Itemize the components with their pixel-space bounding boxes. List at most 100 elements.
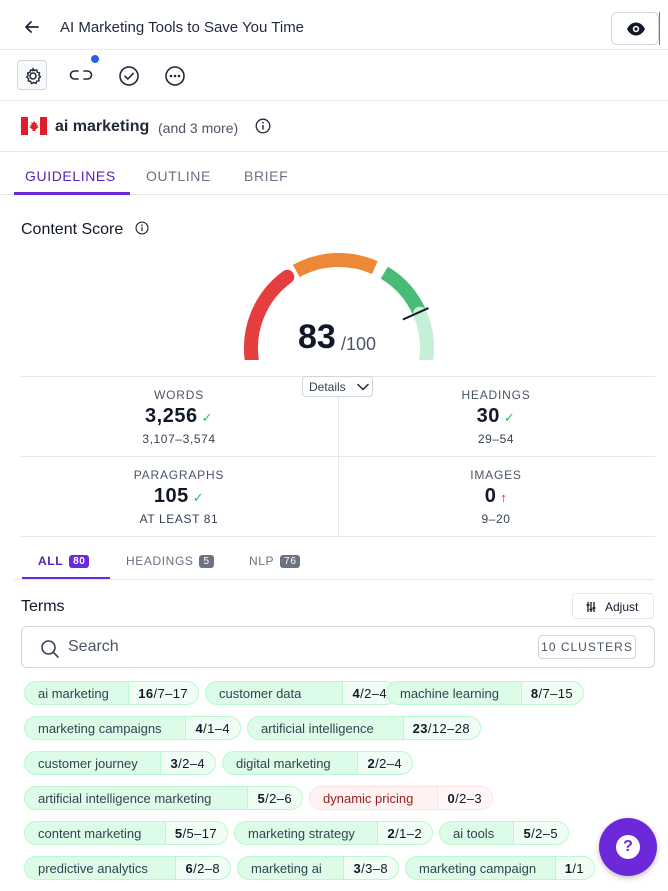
term-chip[interactable]: content marketing 5/5–17 [24, 821, 228, 845]
more-options-button[interactable] [159, 60, 189, 90]
canada-flag-icon [21, 117, 47, 135]
toolbar [0, 50, 668, 101]
subtab-headings-label: HEADINGS [126, 554, 194, 568]
images-metric: IMAGES 0 ↑ 9–20 [396, 468, 596, 526]
term-chip[interactable]: customer journey 3/2–4 [24, 751, 216, 775]
term-range: /7–15 [538, 686, 573, 701]
term-name: predictive analytics [38, 861, 148, 876]
divider [338, 397, 339, 536]
chevron-down-icon [357, 383, 369, 391]
gauge-segment-high [380, 266, 426, 316]
term-chip[interactable]: customer data 4/2–4 [205, 681, 398, 705]
term-count: 2/1–2 [377, 822, 432, 844]
term-count: 1/1 [554, 857, 594, 879]
term-range: /2–3 [455, 791, 482, 806]
search-input[interactable] [68, 636, 488, 658]
settings-button[interactable] [17, 60, 47, 90]
term-name: ai marketing [38, 686, 109, 701]
sliders-icon [586, 602, 596, 612]
term-count: 3/3–8 [343, 857, 398, 879]
info-icon[interactable] [255, 118, 271, 134]
headings-metric: HEADINGS 30 ✓ 29–54 [396, 388, 596, 446]
headings-value-row: 30 ✓ [396, 405, 596, 428]
clusters-button[interactable]: 10 CLUSTERS [538, 635, 636, 659]
term-used: 5 [257, 791, 266, 806]
subtab-nlp-count: 76 [280, 555, 301, 568]
term-chip[interactable]: marketing campaigns 4/1–4 [24, 716, 241, 740]
terms-title: Terms [21, 598, 65, 615]
content-score-title: Content Score [21, 221, 124, 238]
term-chip[interactable]: marketing strategy 2/1–2 [234, 821, 433, 845]
help-icon: ? [616, 835, 640, 859]
tab-guidelines[interactable]: GUIDELINES [25, 168, 116, 184]
link-icon [69, 70, 93, 80]
term-range: /2–6 [265, 791, 292, 806]
check-icon: ✓ [192, 490, 205, 505]
preview-button[interactable] [611, 12, 659, 45]
term-chip[interactable]: artificial intelligence 23/12–28 [247, 716, 481, 740]
term-count: 16/7–17 [128, 682, 198, 704]
images-range: 9–20 [481, 512, 511, 526]
words-value: 3,256 [145, 405, 198, 427]
paragraphs-label: PARAGRAPHS [133, 468, 225, 482]
words-label: WORDS [154, 388, 204, 402]
terms-search: 10 CLUSTERS [21, 626, 655, 668]
term-chip[interactable]: marketing campaign 1/1 [405, 856, 595, 880]
check-circle-icon [119, 66, 139, 86]
term-used: 16 [138, 686, 154, 701]
gauge-segment-mid [292, 252, 378, 278]
back-arrow-icon[interactable] [22, 17, 42, 37]
subtab-headings[interactable]: HEADINGS 5 [126, 554, 214, 568]
content-score-max: /100 [341, 334, 377, 354]
check-icon: ✓ [503, 410, 516, 425]
search-icon [41, 640, 59, 658]
tab-outline[interactable]: OUTLINE [146, 168, 211, 184]
link-button[interactable] [64, 60, 94, 90]
paragraphs-metric: PARAGRAPHS 105 ✓ AT LEAST 81 [79, 468, 279, 526]
paragraphs-value: 105 [153, 485, 189, 507]
additional-keywords[interactable]: (and 3 more) [158, 120, 238, 136]
term-count: 3/2–4 [160, 752, 215, 774]
term-used: 6 [185, 861, 194, 876]
term-range: /1 [572, 861, 584, 876]
term-chip[interactable]: digital marketing 2/2–4 [222, 751, 413, 775]
headings-range: 29–54 [477, 432, 515, 446]
term-chip[interactable]: marketing ai 3/3–8 [237, 856, 399, 880]
term-used: 4 [352, 686, 361, 701]
term-range: /1–2 [395, 826, 422, 841]
check-button[interactable] [113, 60, 143, 90]
subtab-all[interactable]: ALL 80 [38, 554, 90, 568]
term-name: marketing campaign [419, 861, 537, 876]
images-label: IMAGES [470, 468, 522, 482]
term-chip[interactable]: artificial intelligence marketing 5/2–6 [24, 786, 303, 810]
content-score-gauge [243, 252, 435, 360]
term-used: 0 [447, 791, 456, 806]
term-count: 5/5–17 [164, 822, 227, 844]
term-name: customer journey [38, 756, 138, 771]
term-chip[interactable]: ai marketing 16/7–17 [24, 681, 199, 705]
term-name: content marketing [38, 826, 142, 841]
details-toggle-button[interactable]: Details [302, 376, 373, 397]
subtab-nlp[interactable]: NLP 76 [249, 554, 301, 568]
headings-label: HEADINGS [461, 388, 531, 402]
active-subtab-indicator [22, 577, 110, 579]
tab-brief[interactable]: BRIEF [244, 168, 288, 184]
term-count: 0/2–3 [437, 787, 492, 809]
content-score-info-icon[interactable] [135, 221, 149, 235]
images-value-row: 0 ↑ [396, 485, 596, 508]
term-chip[interactable]: dynamic pricing 0/2–3 [309, 786, 493, 810]
term-chip[interactable]: predictive analytics 6/2–8 [24, 856, 231, 880]
term-name: artificial intelligence marketing [38, 791, 212, 806]
help-button[interactable]: ? [599, 818, 657, 876]
term-name: marketing ai [251, 861, 322, 876]
term-count: 5/2–5 [513, 822, 568, 844]
adjust-label: Adjust [605, 600, 639, 614]
document-title: AI Marketing Tools to Save You Time [60, 19, 305, 36]
adjust-button[interactable]: Adjust [572, 593, 654, 619]
term-chip[interactable]: ai tools 5/2–5 [439, 821, 569, 845]
subtab-all-label: ALL [38, 554, 64, 568]
words-value-row: 3,256 ✓ [79, 405, 279, 428]
term-chip[interactable]: machine learning 8/7–15 [386, 681, 584, 705]
subtab-headings-count: 5 [199, 555, 214, 568]
words-metric: WORDS 3,256 ✓ 3,107–3,574 [79, 388, 279, 446]
